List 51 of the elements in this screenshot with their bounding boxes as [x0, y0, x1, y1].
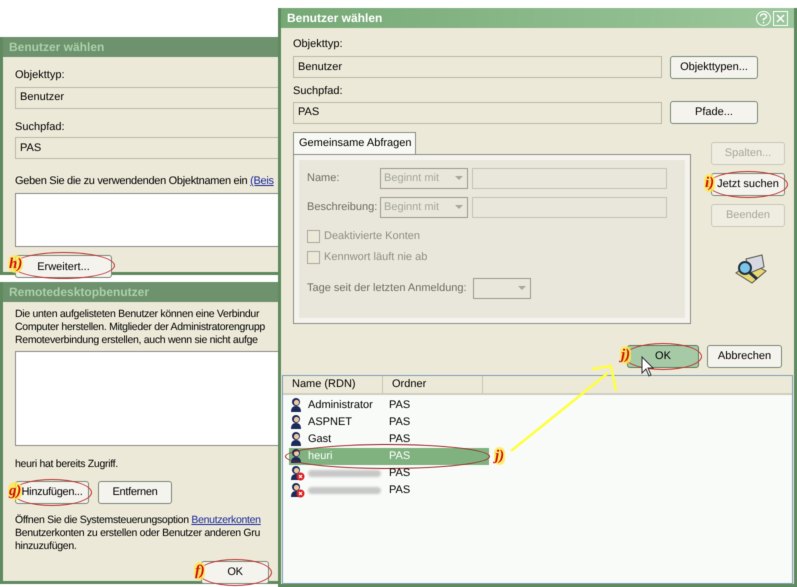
dialog-button[interactable]: Entfernen [98, 481, 172, 504]
tab[interactable]: Gemeinsame Abfragen [293, 132, 416, 154]
checkbox-label: Deaktivierte Konten [324, 229, 420, 244]
user-name: heuri [308, 448, 334, 464]
column-header[interactable]: Ordner [383, 376, 483, 392]
accounts-link[interactable]: Benutzerkonten [191, 514, 261, 526]
field-label: Objekttyp: [15, 68, 66, 83]
callout-label: j) [494, 447, 506, 465]
footer-text: Öffnen Sie die Systemsteuerungsoption Benutzerkonten [15, 514, 262, 527]
folder-name: PAS [389, 482, 410, 498]
footer-text: Benutzerkonten zu erstellen oder Benutzer anderen Gru [15, 527, 262, 540]
callout-label: j) [620, 346, 632, 364]
result-row[interactable]: PAS [289, 464, 489, 482]
access-note: heuri hat bereits Zugriff. [15, 458, 119, 471]
field-label: Suchpfad: [15, 120, 66, 134]
window-title: Remotedesktopbenutzer [9, 284, 150, 301]
callout-label: f) [194, 562, 206, 580]
folder-name: PAS [389, 466, 410, 481]
callout-label: i) [704, 174, 716, 192]
result-row[interactable]: Administrator PAS [289, 396, 489, 414]
user-name: ASPNET [308, 414, 354, 430]
examples-link[interactable]: (Beis [250, 175, 274, 187]
query-label: Name: [307, 170, 340, 186]
dialog-button[interactable]: Abbrechen [707, 344, 782, 368]
field-label: Objekttyp: [293, 37, 344, 52]
dialog-button[interactable]: Pfade... [670, 101, 758, 124]
days-label: Tage seit der letzten Anmeldung: [307, 280, 467, 296]
folder-name: PAS [389, 398, 410, 413]
result-row[interactable]: Gast PAS [289, 430, 489, 448]
column-header[interactable]: Name (RDN) [283, 376, 383, 392]
footer-text: hinzuzufügen. [15, 540, 78, 553]
folder-name: PAS [389, 432, 410, 447]
query-label: Beschreibung: [307, 200, 378, 215]
field-label: Suchpfad: [293, 84, 344, 98]
folder-name: PAS [389, 414, 410, 430]
intro-text: Remoteverbindung erstellen, auch wenn sie nicht aufge [15, 334, 259, 347]
window-title: Benutzer wählen [287, 10, 382, 27]
intro-text: Die unten aufgelisteten Benutzer können eine Verbindur [15, 308, 260, 321]
user-name: Gast [308, 432, 332, 447]
dialog-button[interactable]: Objekttypen... [670, 56, 758, 78]
window-title: Benutzer wählen [9, 39, 104, 56]
read-only-field: Benutzer [293, 56, 662, 78]
checkbox-label: Kennwort läuft nie ab [324, 250, 428, 266]
intro-text: Computer herstellen. Mitglieder der Administratorengrupp [15, 321, 266, 334]
result-row[interactable]: PAS [289, 482, 489, 498]
user-name: Administrator [308, 398, 374, 413]
folder-name: PAS [389, 448, 410, 464]
result-row[interactable]: ASPNET PAS [289, 414, 489, 430]
callout-label: g) [8, 482, 22, 500]
callout-label: h) [8, 254, 24, 272]
read-only-field: PAS [293, 102, 662, 124]
